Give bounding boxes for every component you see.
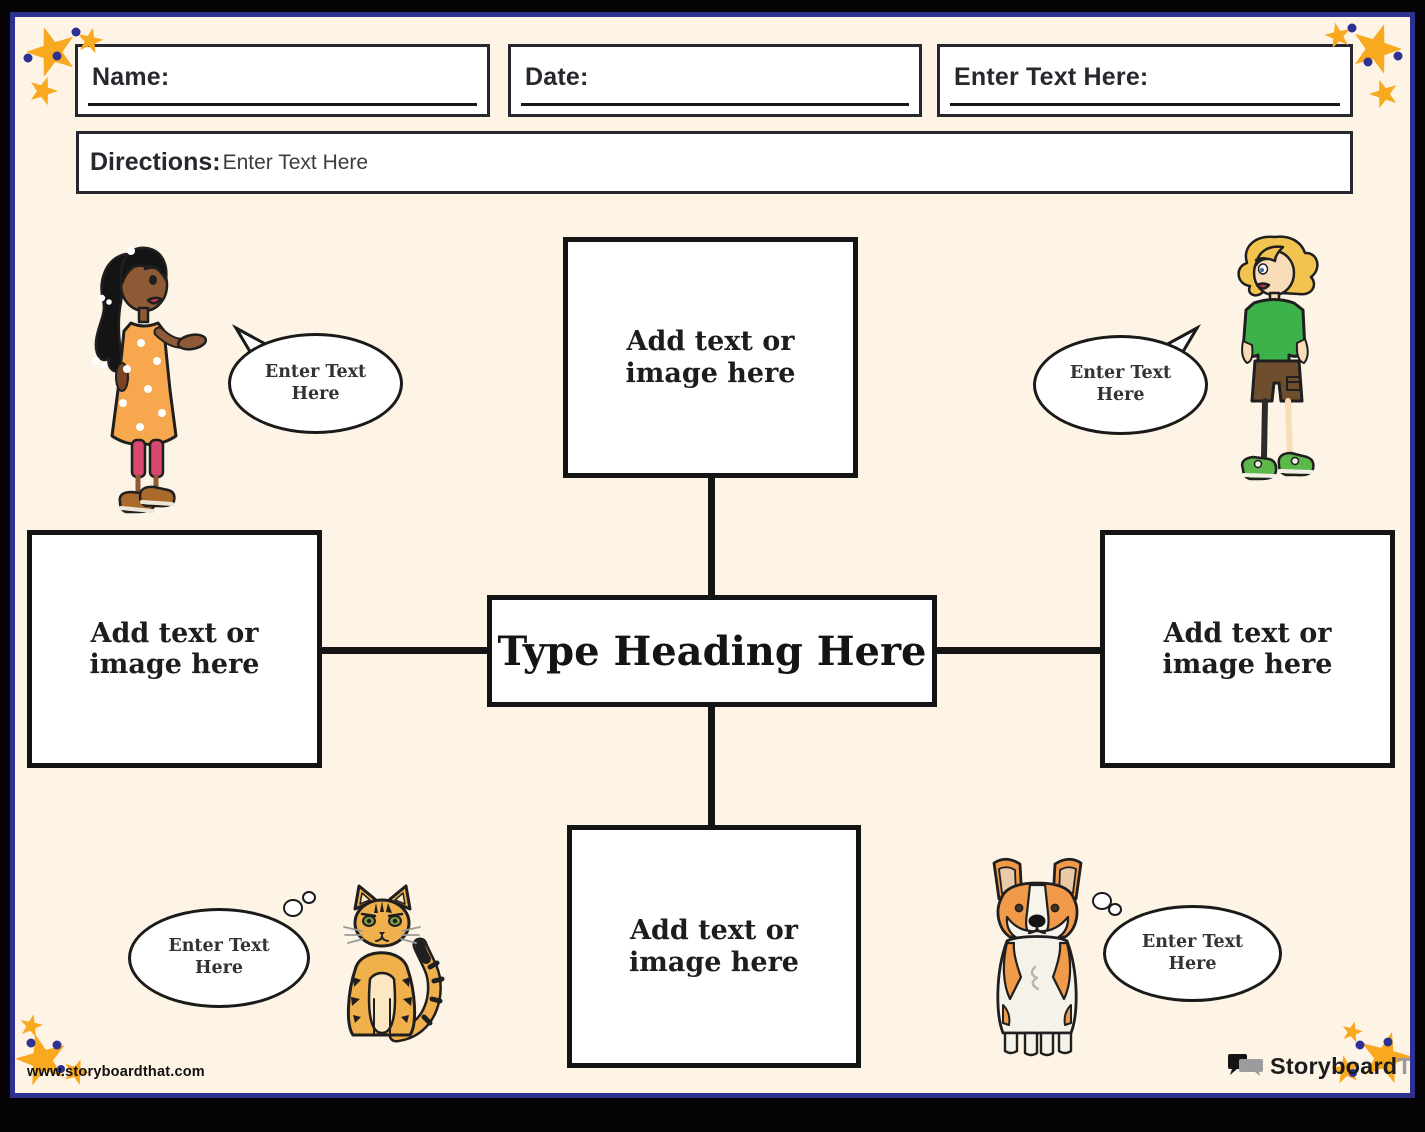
spider-map-cell-top[interactable]: Add text or image here bbox=[563, 237, 858, 478]
star-cluster-icon bbox=[14, 14, 109, 109]
date-label: Date: bbox=[525, 63, 589, 92]
date-writing-line bbox=[521, 103, 909, 106]
star-cluster-icon bbox=[14, 1012, 114, 1092]
dog-thought-text[interactable]: Enter Text Here bbox=[1124, 915, 1261, 992]
frame-border bbox=[1415, 0, 1425, 1132]
spider-map-cell-right[interactable]: Add text or image here bbox=[1100, 530, 1395, 768]
name-writing-line bbox=[88, 103, 477, 106]
storyboardthat-logo-icon bbox=[1227, 1052, 1265, 1080]
heading-placeholder: Type Heading Here bbox=[497, 628, 926, 675]
storyboardthat-logo: StoryboardThat bbox=[1227, 1052, 1425, 1080]
directions-label: Directions: bbox=[90, 148, 221, 177]
thought-dot bbox=[302, 891, 316, 904]
spider-map-cell-bottom[interactable]: Add text or image here bbox=[567, 825, 861, 1068]
date-field[interactable]: Date: bbox=[508, 44, 922, 117]
storyboardthat-logo-text: StoryboardThat bbox=[1270, 1053, 1425, 1080]
star-cluster-icon bbox=[1316, 14, 1411, 109]
connector-top bbox=[708, 476, 715, 597]
frame-border bbox=[0, 0, 1425, 12]
custom-text-label: Enter Text Here: bbox=[954, 63, 1148, 92]
boy-character-illustration bbox=[1225, 233, 1330, 520]
connector-bottom bbox=[708, 705, 715, 827]
directions-field[interactable]: Directions: Enter Text Here bbox=[76, 131, 1353, 194]
tabby-cat-illustration bbox=[318, 883, 448, 1058]
cell-placeholder: Add text or image here bbox=[57, 618, 292, 680]
thought-dot bbox=[1108, 903, 1122, 916]
cell-placeholder: Add text or image here bbox=[593, 326, 828, 388]
website-url: www.storyboardthat.com bbox=[27, 1064, 205, 1080]
frame-border bbox=[0, 0, 10, 1132]
cell-placeholder: Add text or image here bbox=[1130, 618, 1365, 680]
heading-cell[interactable]: Type Heading Here bbox=[487, 595, 937, 707]
name-field[interactable]: Name: bbox=[75, 44, 490, 117]
frame-border bbox=[0, 1098, 1425, 1132]
girl-character-illustration bbox=[82, 240, 210, 522]
girl-speech-text[interactable]: Enter Text Here bbox=[248, 343, 383, 424]
spider-map-cell-left[interactable]: Add text or image here bbox=[27, 530, 322, 768]
directions-placeholder[interactable]: Enter Text Here bbox=[223, 151, 369, 175]
thought-dot bbox=[283, 899, 303, 917]
custom-text-writing-line bbox=[950, 103, 1340, 106]
worksheet-page: Name: Date: Enter Text Here: Directions:… bbox=[0, 0, 1425, 1132]
connector-left bbox=[320, 647, 489, 654]
connector-right bbox=[933, 647, 1102, 654]
boy-speech-text[interactable]: Enter Text Here bbox=[1053, 345, 1188, 425]
cat-thought-text[interactable]: Enter Text Here bbox=[150, 918, 288, 998]
custom-text-field[interactable]: Enter Text Here: bbox=[937, 44, 1353, 117]
cell-placeholder: Add text or image here bbox=[597, 915, 832, 977]
corgi-dog-illustration bbox=[985, 855, 1090, 1060]
